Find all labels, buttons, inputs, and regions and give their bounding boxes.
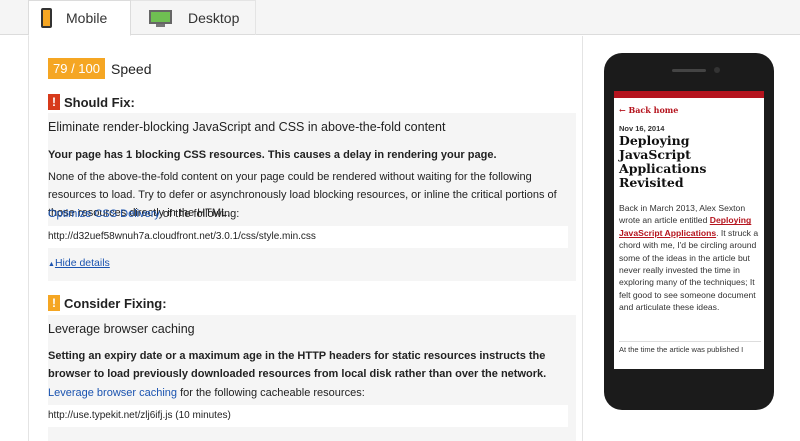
results-panel: 79 / 100 Speed ! Should Fix: Eliminate r…	[28, 36, 583, 441]
caching-line: Leverage browser caching for the followi…	[48, 384, 568, 402]
mobile-phone-icon	[41, 8, 52, 28]
camera-icon	[714, 67, 720, 73]
tab-desktop[interactable]: Desktop	[131, 0, 256, 35]
phone-frame: ← Back home Nov 16, 2014 Deploying JavaS…	[604, 53, 774, 410]
rule-title: Eliminate render-blocking JavaScript and…	[48, 120, 446, 134]
tab-bar: Mobile Desktop	[0, 0, 800, 36]
optimize-suffix: of the following:	[159, 208, 240, 220]
resource-url: http://d32uef58wnuh7a.cloudfront.net/3.0…	[48, 226, 568, 248]
hide-details-link[interactable]: ▲Hide details	[48, 257, 110, 269]
optimize-line: Optimize CSS Delivery of the following:	[48, 205, 568, 223]
collapse-arrow-icon: ▲	[48, 261, 55, 268]
desktop-monitor-icon	[149, 9, 172, 27]
post-body: Back in March 2013, Alex Sexton wrote an…	[619, 203, 759, 313]
tab-mobile[interactable]: Mobile	[28, 0, 131, 36]
phone-screen: ← Back home Nov 16, 2014 Deploying JavaS…	[614, 91, 764, 369]
consider-fixing-label: Consider Fixing:	[64, 295, 167, 311]
browser-caching-rule: Leverage browser caching Setting an expi…	[48, 315, 576, 441]
speaker-grille	[672, 69, 706, 72]
post-title: Deploying JavaScript Applications Revisi…	[619, 133, 707, 190]
site-header-bar	[614, 91, 764, 98]
render-blocking-rule: Eliminate render-blocking JavaScript and…	[48, 113, 576, 281]
should-fix-heading: ! Should Fix:	[48, 94, 135, 110]
back-home-link: ← Back home	[619, 105, 679, 115]
caching-suffix: for the following cacheable resources:	[177, 387, 365, 399]
score-badge: 79 / 100	[48, 58, 105, 79]
caching-summary: Setting an expiry date or a maximum age …	[48, 350, 547, 380]
consider-fixing-heading: ! Consider Fixing:	[48, 295, 167, 311]
post-next-paragraph: At the time the article was published I	[619, 341, 761, 354]
warning-orange-icon: !	[48, 295, 60, 311]
tab-desktop-label: Desktop	[188, 10, 240, 26]
caching-rule-title: Leverage browser caching	[48, 322, 195, 336]
tab-mobile-label: Mobile	[66, 10, 108, 26]
optimize-css-link[interactable]: Optimize CSS Delivery	[48, 208, 160, 220]
should-fix-label: Should Fix:	[64, 94, 135, 110]
rule-summary: Your page has 1 blocking CSS resources. …	[48, 149, 497, 161]
post-date: Nov 16, 2014	[619, 124, 665, 133]
speed-score: 79 / 100 Speed	[48, 58, 151, 79]
leverage-caching-link[interactable]: Leverage browser caching	[48, 387, 177, 399]
score-label: Speed	[111, 60, 152, 77]
mobile-preview-panel: ← Back home Nov 16, 2014 Deploying JavaS…	[584, 36, 800, 441]
caching-resource-url: http://use.typekit.net/zlj6ifj.js (10 mi…	[48, 405, 568, 427]
warning-red-icon: !	[48, 94, 60, 110]
